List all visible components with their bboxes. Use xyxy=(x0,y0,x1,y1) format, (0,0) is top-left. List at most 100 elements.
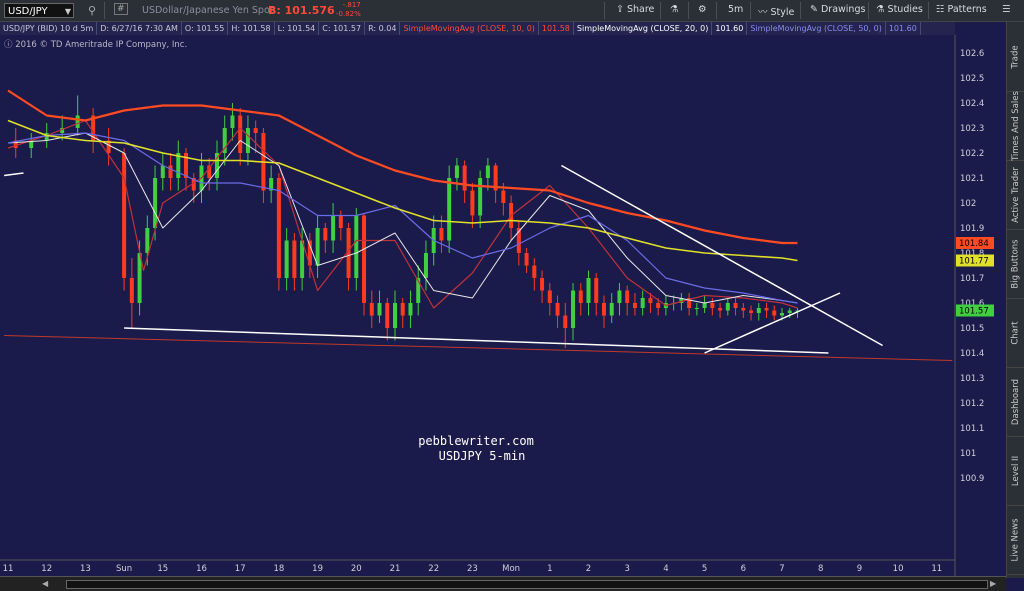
sidebar-tab-chart[interactable]: Chart xyxy=(1007,298,1024,368)
sidebar-tab-live-news[interactable]: Live News xyxy=(1007,505,1024,575)
studies-button[interactable]: ⚗ Studies xyxy=(876,4,923,15)
flask-icon[interactable]: ⚗ xyxy=(670,4,679,15)
style-icon: 〰 xyxy=(758,7,771,18)
x-tick-label: Sun xyxy=(116,564,132,574)
candle-body xyxy=(362,215,367,303)
candle-body xyxy=(447,178,452,241)
candle-body xyxy=(338,215,343,228)
candle-body xyxy=(478,178,483,216)
scroll-left-icon[interactable]: ◀ xyxy=(42,579,48,588)
sma20-label[interactable]: SimpleMovingAvg (CLOSE, 20, 0) xyxy=(574,22,713,35)
candle-body xyxy=(160,165,165,178)
trendline[interactable] xyxy=(124,327,829,354)
patterns-icon: ☷ xyxy=(936,4,948,15)
toolbar-divider xyxy=(688,2,689,19)
x-tick-label: 4 xyxy=(663,564,668,574)
y-tick-label: 102.6 xyxy=(960,49,984,59)
candle-body xyxy=(524,253,529,266)
candle-body xyxy=(609,303,614,316)
sma10-label[interactable]: SimpleMovingAvg (CLOSE, 10, 0) xyxy=(400,22,539,35)
timeframe-button[interactable]: 5m xyxy=(728,4,743,15)
candle-body xyxy=(470,190,475,216)
sidebar-tab-times-and-sales[interactable]: Times And Sales xyxy=(1007,91,1024,161)
percent-change: -0.82% xyxy=(336,10,361,18)
hash-icon[interactable]: # xyxy=(114,3,128,15)
studies-label: Studies xyxy=(887,4,923,15)
x-tick-label: 6 xyxy=(741,564,746,574)
horizontal-scrollbar[interactable]: ◀ ▶ xyxy=(0,576,1006,591)
style-button[interactable]: 〰 Style xyxy=(758,4,794,18)
candle-body xyxy=(756,308,761,313)
x-tick-label: 21 xyxy=(390,564,401,574)
scrollbar-track[interactable] xyxy=(66,580,988,589)
share-button[interactable]: ⇪ Share xyxy=(616,4,654,15)
candle-body xyxy=(145,228,150,253)
sidebar-tab-active-trader[interactable]: Active Trader xyxy=(1007,160,1024,230)
top-toolbar: USD/JPY ▼ ⚲ # USDollar/Japanese Yen Spot… xyxy=(0,0,1024,22)
candle-body xyxy=(393,303,397,328)
candle-body xyxy=(594,278,599,303)
candle-body xyxy=(764,308,769,311)
y-tick-label: 101 xyxy=(960,449,976,459)
y-tick-label: 102.2 xyxy=(960,149,984,159)
x-tick-label: 19 xyxy=(312,564,323,574)
symbol-description: USDollar/Japanese Yen Spot xyxy=(142,5,274,16)
link-icon[interactable]: ⚲ xyxy=(88,4,96,17)
x-tick-label: 8 xyxy=(818,564,823,574)
net-change: -.817 xyxy=(342,1,361,9)
symbol-text: USD/JPY xyxy=(8,6,48,17)
sma50-label[interactable]: SimpleMovingAvg (CLOSE, 50, 0) xyxy=(747,22,886,35)
candle-body xyxy=(710,303,715,308)
info-symbol: USD/JPY (BID) 10 d 5m xyxy=(0,22,98,35)
sidebar-tab-label: Times And Sales xyxy=(1011,90,1022,161)
sidebar-tab-trade[interactable]: Trade xyxy=(1007,22,1024,92)
candle-body xyxy=(323,228,328,241)
moving-average-line xyxy=(7,89,798,245)
watermark-caption: USDJPY 5-min xyxy=(439,449,526,463)
drawings-label: Drawings xyxy=(820,4,866,15)
sidebar-tab-level-ii[interactable]: Level II xyxy=(1007,436,1024,506)
y-tick-label: 102.3 xyxy=(960,124,984,134)
candle-body xyxy=(749,310,754,313)
studies-icon: ⚗ xyxy=(876,4,888,15)
candle-body xyxy=(532,265,537,278)
study-info-bar: USD/JPY (BID) 10 d 5m D: 6/27/16 7:30 AM O… xyxy=(0,22,955,35)
share-icon: ⇪ xyxy=(616,4,627,15)
menu-icon[interactable]: ☰ xyxy=(1002,4,1011,15)
gear-icon[interactable]: ⚙ xyxy=(698,4,707,15)
y-tick-label: 101.2 xyxy=(960,399,984,409)
candle-body xyxy=(385,303,390,328)
candle-body xyxy=(377,303,382,316)
candle-body xyxy=(354,215,359,278)
price-chart[interactable]: 100.9101101.1101.2101.3101.4101.5101.610… xyxy=(0,35,1006,576)
candle-body xyxy=(571,290,576,328)
sma50-value: 101.60 xyxy=(886,22,921,35)
candle-body xyxy=(725,303,730,311)
sidebar-tab-label: Dashboard xyxy=(1011,378,1021,425)
patterns-button[interactable]: ☷ Patterns xyxy=(936,4,987,15)
sidebar-tab-label: Trade xyxy=(1011,44,1021,69)
y-tick-label: 102.5 xyxy=(960,74,984,84)
y-tick-label: 101.9 xyxy=(960,224,984,234)
y-tick-label: 102 xyxy=(960,199,976,209)
sidebar-tab-dashboard[interactable]: Dashboard xyxy=(1007,367,1024,437)
candle-body xyxy=(501,190,506,203)
candle-body xyxy=(702,303,707,308)
style-label: Style xyxy=(770,7,795,18)
candle-body xyxy=(122,153,127,278)
sidebar-tab-label: Big Buttons xyxy=(1011,238,1022,289)
info-date: D: 6/27/16 7:30 AM xyxy=(97,22,182,35)
info-open: O: 101.55 xyxy=(182,22,229,35)
support-line[interactable] xyxy=(4,335,953,361)
share-label: Share xyxy=(626,4,655,15)
x-tick-label: 13 xyxy=(80,564,91,574)
candle-body xyxy=(315,228,320,266)
drawings-button[interactable]: ✎ Drawings xyxy=(810,4,865,15)
sidebar-tab-big-buttons[interactable]: Big Buttons xyxy=(1007,229,1024,299)
candle-body xyxy=(230,115,235,128)
candle-body xyxy=(547,290,552,303)
scroll-right-icon[interactable]: ▶ xyxy=(990,579,996,588)
symbol-selector[interactable]: USD/JPY ▼ xyxy=(4,3,74,18)
x-tick-label: Mon xyxy=(502,564,520,574)
trendline[interactable] xyxy=(4,172,24,177)
